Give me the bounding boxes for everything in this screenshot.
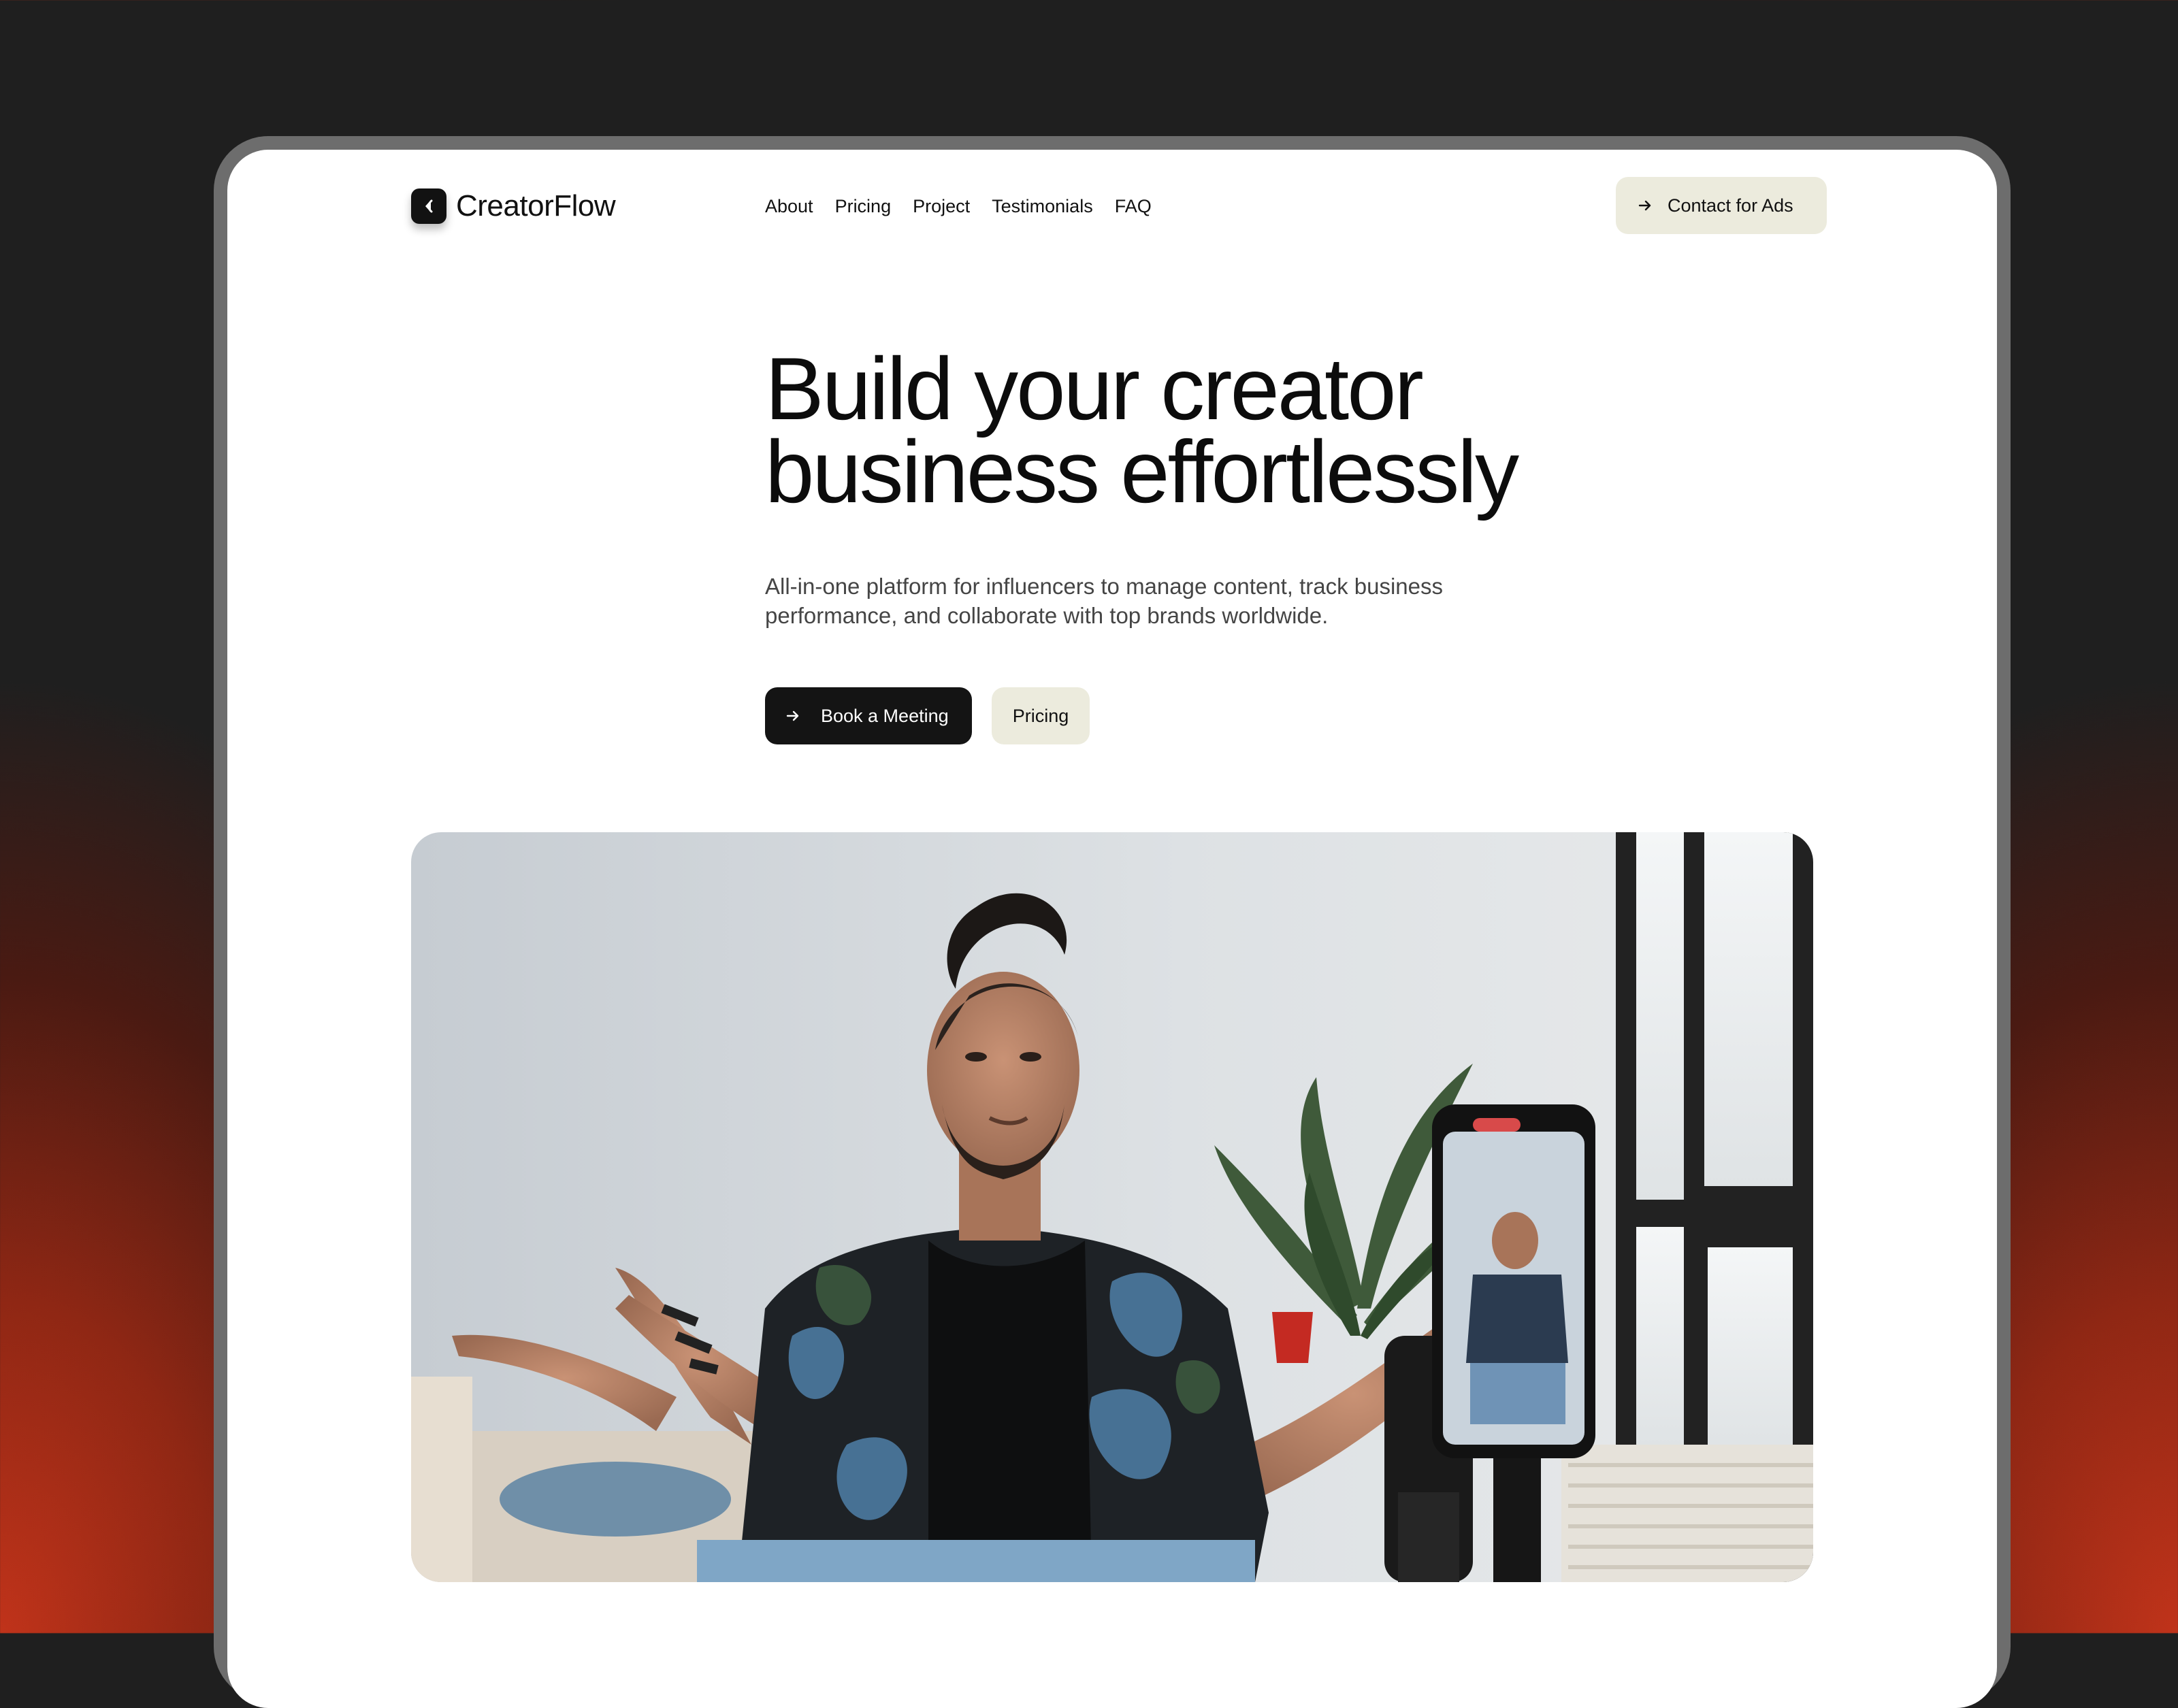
pricing-button[interactable]: Pricing (992, 687, 1090, 744)
book-meeting-label: Book a Meeting (821, 705, 949, 726)
hero-image (411, 832, 1813, 1582)
nav-item-pricing[interactable]: Pricing (835, 196, 892, 217)
brand-logo[interactable]: CreatorFlow (411, 174, 616, 238)
arrow-right-icon (785, 708, 800, 723)
book-meeting-button[interactable]: Book a Meeting (765, 687, 972, 744)
nav-item-project[interactable]: Project (913, 196, 970, 217)
hero-title: Build your creator business effortlessly (765, 344, 1718, 516)
nav-item-faq[interactable]: FAQ (1115, 196, 1152, 217)
contact-for-ads-button[interactable]: Contact for Ads (1616, 177, 1827, 234)
hero-subtitle: All-in-one platform for influencers to m… (765, 574, 1443, 628)
hero-title-line-2: business effortlessly (765, 422, 1519, 521)
browser-screen: CreatorFlow About Pricing Project Testim… (227, 150, 1997, 1708)
chevron-left-icon (411, 188, 446, 224)
brand-name: CreatorFlow (456, 189, 616, 223)
main-nav: About Pricing Project Testimonials FAQ (765, 174, 1152, 238)
contact-button-label: Contact for Ads (1668, 195, 1793, 216)
pricing-button-label: Pricing (1012, 705, 1069, 726)
device-frame: CreatorFlow About Pricing Project Testim… (214, 136, 2011, 1708)
nav-item-testimonials[interactable]: Testimonials (992, 196, 1093, 217)
arrow-right-icon (1638, 198, 1653, 213)
nav-item-about[interactable]: About (765, 196, 813, 217)
